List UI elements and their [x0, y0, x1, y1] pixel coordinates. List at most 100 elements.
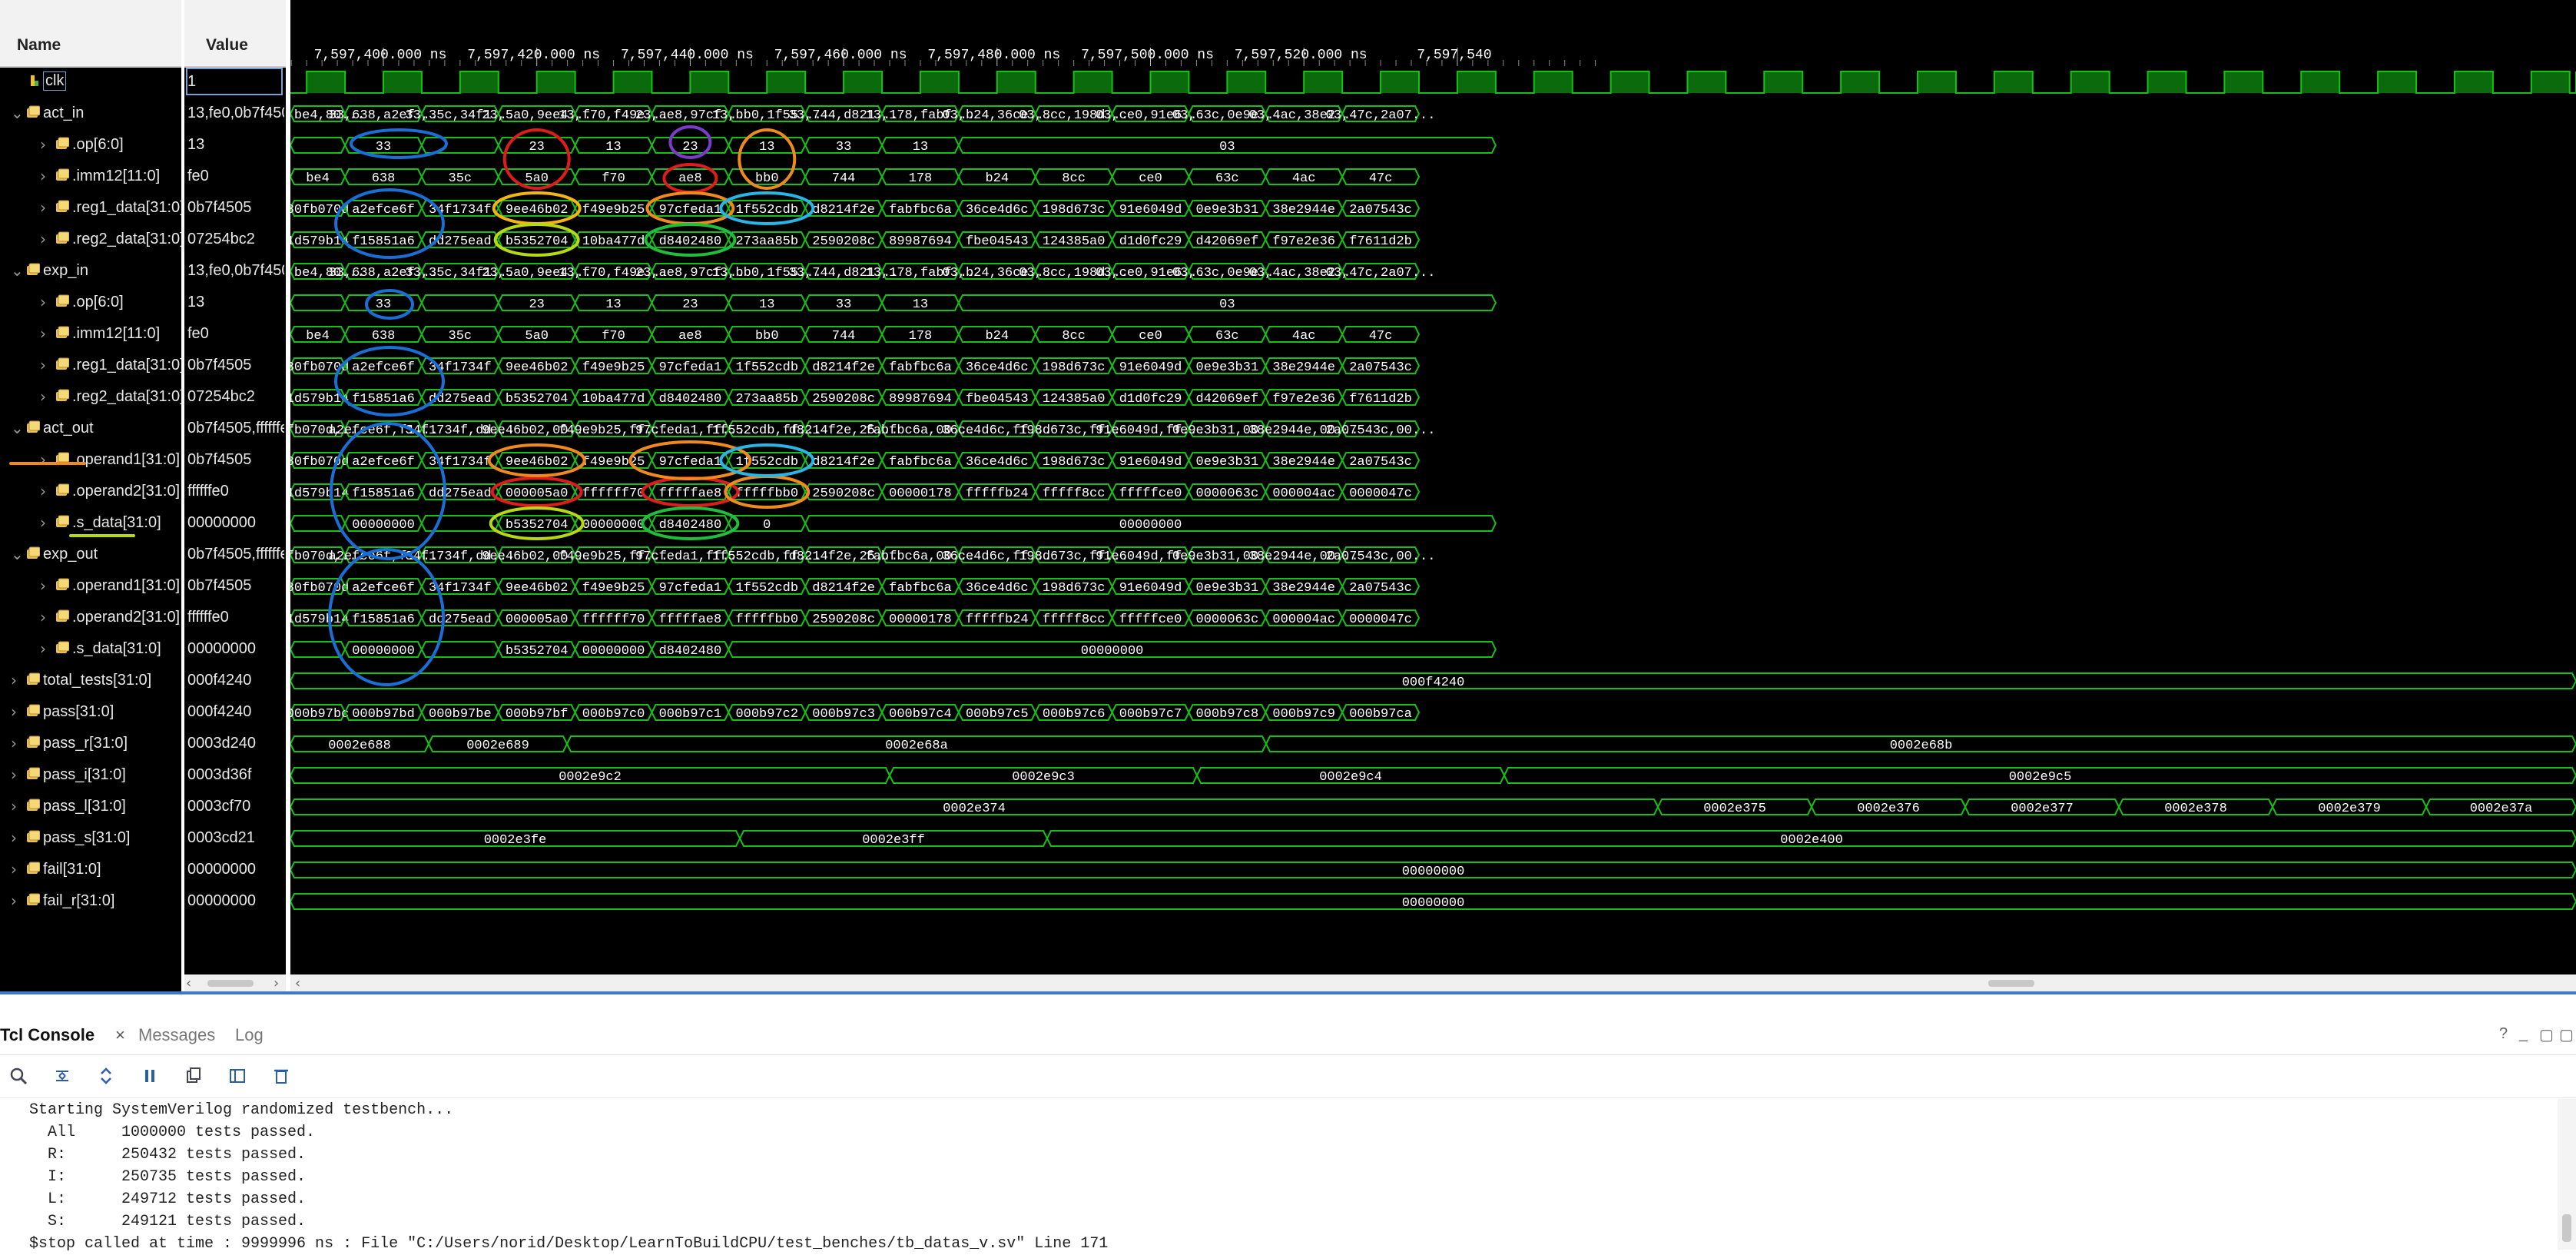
copy-icon[interactable] [183, 1065, 206, 1088]
values-header-label: Value [206, 36, 248, 54]
expand-chevron-icon[interactable]: › [40, 167, 46, 185]
ruler-time-label: 7,597,520.000 ns [1235, 48, 1368, 63]
collapse-all-icon[interactable] [51, 1065, 75, 1088]
collapse-chevron-icon[interactable]: ⌄ [11, 545, 24, 563]
values-column-header[interactable]: Value [184, 0, 286, 68]
expand-chevron-icon[interactable]: › [11, 891, 17, 910]
bus-value-label: 80fb070d [290, 581, 349, 596]
signal-row[interactable]: › .imm12[11:0] [0, 161, 181, 192]
signal-value: 0b7f4505,ffffffe0 [184, 540, 286, 570]
bus-value-label: 2a07543c,00... [1326, 423, 1436, 438]
minimize-icon[interactable]: _ [2519, 1025, 2528, 1043]
signal-value: 000f4240 [184, 697, 286, 728]
signal-row[interactable]: › .operand1[31:0] [0, 445, 181, 476]
signal-row[interactable]: › total_tests[31:0] [0, 666, 181, 696]
collapse-chevron-icon[interactable]: ⌄ [11, 419, 24, 437]
signal-row[interactable]: › pass_l[31:0] [0, 792, 181, 822]
values-hscrollbar[interactable]: ‹ › [184, 974, 286, 991]
bus-value-label: b24 [985, 329, 1009, 344]
signal-row[interactable]: › .op[6:0] [0, 130, 181, 161]
expand-chevron-icon[interactable]: › [11, 734, 17, 752]
bus-signal-icon [26, 893, 41, 907]
signal-row[interactable]: › .operand2[31:0] [0, 603, 181, 633]
close-tab-icon[interactable]: × [115, 1025, 125, 1045]
signal-row[interactable]: › pass_s[31:0] [0, 823, 181, 854]
bus-segment [290, 137, 346, 154]
waveform-area[interactable]: 7,597,400.000 ns 7,597,420.000 ns 7,597,44… [290, 0, 2576, 972]
signal-row[interactable]: › .op[6:0] [0, 287, 181, 318]
signal-row[interactable]: › pass_r[31:0] [0, 729, 181, 759]
expand-chevron-icon[interactable]: › [40, 135, 46, 154]
expand-chevron-icon[interactable]: › [40, 198, 46, 217]
signal-row[interactable]: › .s_data[31:0] [0, 634, 181, 665]
expand-chevron-icon[interactable]: › [40, 293, 46, 311]
delete-icon[interactable] [270, 1065, 293, 1088]
expand-chevron-icon[interactable]: › [11, 671, 17, 689]
signal-row[interactable]: › pass[31:0] [0, 697, 181, 728]
expand-chevron-icon[interactable]: › [40, 450, 46, 469]
signal-row[interactable]: ⌄ exp_in [0, 256, 181, 287]
pause-icon[interactable] [139, 1065, 162, 1088]
signal-row[interactable]: › fail[31:0] [0, 855, 181, 885]
signal-row[interactable]: › .reg1_data[31:0] [0, 350, 184, 381]
signal-value-text: 00000000 [187, 640, 256, 657]
expand-chevron-icon[interactable]: › [11, 765, 17, 784]
expand-chevron-icon[interactable]: › [40, 576, 46, 595]
expand-chevron-icon[interactable]: › [11, 797, 17, 815]
signal-row[interactable]: ⌄ exp_out [0, 540, 181, 570]
signal-row[interactable]: clk [0, 67, 181, 98]
help-icon[interactable]: ? [2499, 1025, 2508, 1043]
waveform-hscrollbar[interactable]: ‹ [290, 974, 2576, 991]
expand-chevron-icon[interactable]: › [40, 324, 46, 343]
bus-value-label: 2590208c [812, 234, 875, 249]
signal-row[interactable]: › .operand2[31:0] [0, 476, 181, 507]
waveform-canvas[interactable]: 7,597,400.000 ns 7,597,420.000 ns 7,597,44… [290, 0, 2576, 972]
signal-row[interactable]: › pass_i[31:0] [0, 760, 181, 791]
tab-log[interactable]: Log [235, 1025, 264, 1045]
expand-chevron-icon[interactable]: › [40, 230, 46, 248]
signal-row[interactable]: › .reg2_data[31:0] [0, 224, 184, 255]
signal-row[interactable]: ⌄ act_out [0, 413, 181, 444]
signal-values-pane: Value 1 13,fe0,0b7f4505 13 fe0 0b7f4505 07254… [184, 0, 286, 991]
maximize-icon[interactable]: ▢ [2559, 1025, 2574, 1044]
expand-chevron-icon[interactable]: › [40, 356, 46, 374]
expand-chevron-icon[interactable]: › [40, 513, 46, 532]
signal-name: exp_in [43, 262, 88, 279]
signal-row[interactable]: › fail_r[31:0] [0, 886, 181, 917]
restore-icon[interactable]: ▢ [2539, 1025, 2554, 1044]
expand-chevron-icon[interactable]: › [40, 608, 46, 626]
signal-value-text: fe0 [187, 168, 209, 184]
tab-tcl-console[interactable]: Tcl Console [0, 1025, 94, 1045]
expand-chevron-icon[interactable]: › [11, 828, 17, 847]
properties-icon[interactable] [227, 1065, 250, 1088]
signal-row[interactable]: › .imm12[11:0] [0, 319, 181, 350]
collapse-chevron-icon[interactable]: ⌄ [11, 261, 24, 280]
collapse-chevron-icon[interactable]: ⌄ [11, 104, 24, 122]
console-line: S: 249121 tests passed. [29, 1213, 307, 1230]
bus-value-label: 97cfeda1 [659, 581, 722, 596]
bus-signal-icon [26, 546, 41, 560]
signal-value-text: 000f4240 [187, 672, 252, 689]
signal-row[interactable]: › .reg1_data[31:0] [0, 193, 184, 224]
bus-signal-icon [26, 420, 41, 434]
bus-value-label: 33 [376, 297, 391, 312]
expand-chevron-icon[interactable]: › [11, 860, 17, 878]
names-column-header[interactable]: Name [0, 0, 181, 68]
signal-row[interactable]: ⌄ act_in [0, 98, 181, 129]
signal-names-pane: Name clk ⌄ act_in › .op[6:0] › .imm12[11:0] › .r… [0, 0, 184, 991]
bus-value-label: 0000047c [1349, 613, 1412, 627]
expand-chevron-icon[interactable]: › [40, 482, 46, 500]
bus-value-label: 198d673c [1043, 455, 1106, 470]
bus-value-label: 000b97c6 [1043, 707, 1106, 722]
signal-row[interactable]: › .reg2_data[31:0] [0, 382, 184, 413]
search-icon[interactable] [8, 1065, 31, 1088]
expand-chevron-icon[interactable]: › [40, 639, 46, 658]
console-vscrollbar[interactable] [2558, 1099, 2576, 1250]
expand-chevron-icon[interactable]: › [11, 702, 17, 721]
tab-messages[interactable]: Messages [138, 1025, 215, 1045]
bus-signal-icon [26, 735, 41, 749]
expand-chevron-icon[interactable]: › [40, 387, 46, 406]
signal-row[interactable]: › .operand1[31:0] [0, 571, 181, 602]
bus-value-label: d1d0fc29 [1119, 234, 1182, 249]
expand-all-icon[interactable] [95, 1065, 118, 1088]
